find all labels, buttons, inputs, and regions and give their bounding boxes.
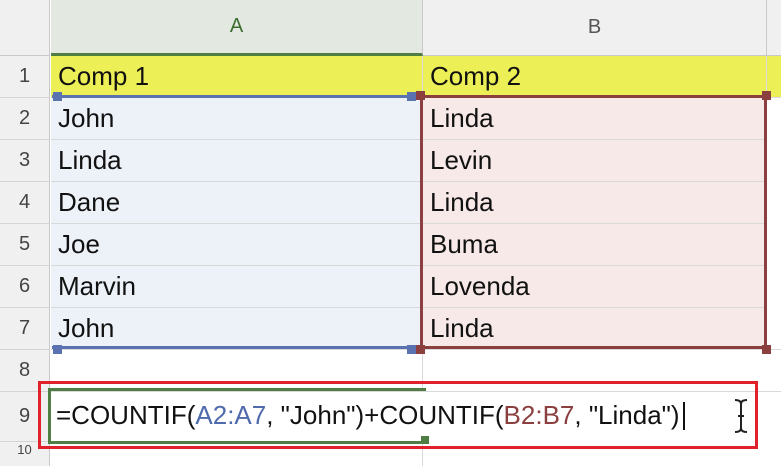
cell-a1[interactable]: Comp 1 — [51, 56, 423, 98]
row-header-2[interactable]: 2 — [0, 98, 50, 140]
range-blue-handle-tr[interactable] — [407, 92, 416, 101]
cell-c-partial[interactable] — [767, 98, 781, 350]
range-a2-a7-border — [52, 95, 415, 349]
column-header-a[interactable]: A — [51, 0, 423, 56]
column-header-b[interactable]: B — [423, 0, 767, 56]
range-red-handle-bl[interactable] — [416, 345, 425, 354]
row-header-1[interactable]: 1 — [0, 56, 50, 98]
range-red-handle-tr[interactable] — [762, 91, 771, 100]
range-b2-b7-border — [420, 95, 767, 349]
row-header-6[interactable]: 6 — [0, 266, 50, 308]
row-header-5[interactable]: 5 — [0, 224, 50, 266]
range-blue-handle-br[interactable] — [407, 345, 416, 354]
formula-callout-box — [38, 381, 758, 449]
row-header-3[interactable]: 3 — [0, 140, 50, 182]
row-header-4[interactable]: 4 — [0, 182, 50, 224]
range-blue-handle-tl[interactable] — [53, 92, 62, 101]
cell-b1[interactable]: Comp 2 — [423, 56, 767, 98]
range-blue-handle-bl[interactable] — [53, 345, 62, 354]
range-red-handle-br[interactable] — [762, 345, 771, 354]
column-header-c-partial[interactable] — [767, 0, 781, 56]
row-header-7[interactable]: 7 — [0, 308, 50, 350]
select-all-corner[interactable] — [0, 0, 50, 56]
range-red-handle-tl[interactable] — [416, 91, 425, 100]
